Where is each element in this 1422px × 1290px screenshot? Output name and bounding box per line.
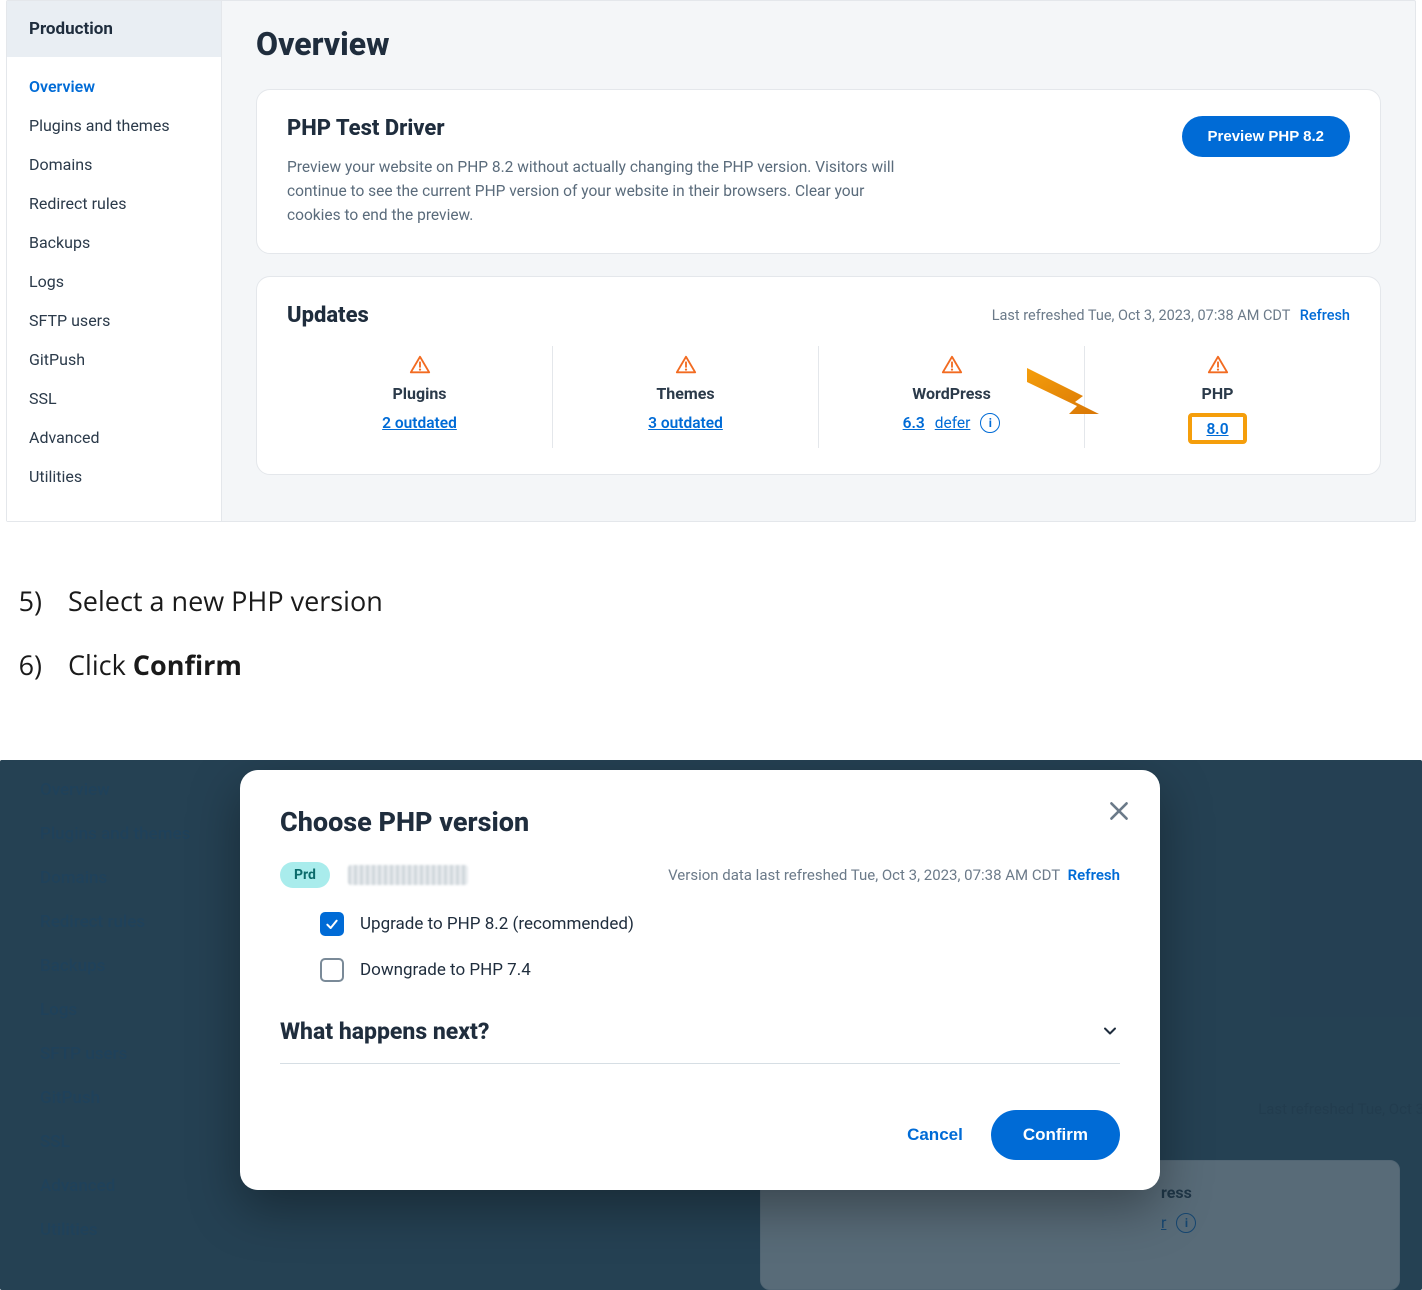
themes-outdated-link[interactable]: 3 outdated	[648, 414, 723, 432]
warning-icon	[675, 354, 697, 376]
col-title-wordpress: WordPress	[825, 384, 1078, 403]
modal-refreshed-text: Version data last refreshed Tue, Oct 3, …	[668, 866, 1060, 884]
chevron-down-icon	[1100, 1021, 1120, 1041]
sidebar-item-backups[interactable]: Backups	[7, 223, 221, 262]
updates-card: Updates Last refreshed Tue, Oct 3, 2023,…	[256, 276, 1381, 475]
sidebar-item-ssl[interactable]: SSL	[7, 379, 221, 418]
checkbox-unchecked-icon[interactable]	[320, 958, 344, 982]
step-text: Click	[68, 646, 133, 683]
php-driver-desc: Preview your website on PHP 8.2 without …	[287, 155, 907, 227]
what-happens-next-expander[interactable]: What happens next?	[280, 1018, 1120, 1064]
updates-refreshed: Last refreshed Tue, Oct 3, 2023, 07:38 A…	[992, 307, 1350, 324]
php-version-link[interactable]: 8.0	[1206, 420, 1228, 438]
php-version-options: Upgrade to PHP 8.2 (recommended) Downgra…	[280, 912, 1120, 982]
php-driver-title: PHP Test Driver	[287, 116, 907, 141]
updates-col-php: PHP 8.0	[1085, 346, 1350, 448]
step-text: Select a new PHP version	[68, 582, 383, 619]
sidebar-item-redirect-rules[interactable]: Redirect rules	[7, 184, 221, 223]
choose-php-modal: Choose PHP version Prd Version data last…	[240, 770, 1160, 1190]
col-title-php: PHP	[1091, 384, 1344, 403]
plugins-outdated-link[interactable]: 2 outdated	[382, 414, 457, 432]
modal-actions: Cancel Confirm	[280, 1110, 1120, 1160]
site-name-redacted	[348, 865, 468, 885]
updates-title: Updates	[287, 303, 369, 328]
option-upgrade-php82[interactable]: Upgrade to PHP 8.2 (recommended)	[320, 912, 1120, 936]
sidebar: Production Overview Plugins and themes D…	[7, 1, 222, 521]
option-downgrade-php74[interactable]: Downgrade to PHP 7.4	[320, 958, 1120, 982]
sidebar-nav: Overview Plugins and themes Domains Redi…	[7, 57, 221, 506]
updates-col-wordpress: WordPress 6.3 defer i	[819, 346, 1085, 448]
environment-header: Production	[7, 1, 221, 57]
main-content: Overview PHP Test Driver Preview your we…	[222, 1, 1415, 521]
updates-col-themes: Themes 3 outdated	[553, 346, 819, 448]
sidebar-item-plugins-themes[interactable]: Plugins and themes	[7, 106, 221, 145]
php-test-driver-card: PHP Test Driver Preview your website on …	[256, 89, 1381, 254]
step-bold: Confirm	[133, 646, 242, 683]
sidebar-item-gitpush[interactable]: GitPush	[7, 340, 221, 379]
screenshot-modal: Overview Plugins and themes Domains Redi…	[0, 760, 1422, 1290]
preview-php-button[interactable]: Preview PHP 8.2	[1182, 116, 1350, 157]
wp-version-link[interactable]: 6.3	[903, 414, 925, 432]
refresh-link[interactable]: Refresh	[1300, 307, 1350, 324]
refreshed-text: Last refreshed Tue, Oct 3, 2023, 07:38 A…	[992, 307, 1290, 324]
step-6: 6) Click Confirm	[8, 646, 1414, 684]
sidebar-item-sftp-users[interactable]: SFTP users	[7, 301, 221, 340]
step-number: 6)	[8, 646, 42, 684]
sidebar-item-logs[interactable]: Logs	[7, 262, 221, 301]
sidebar-item-advanced[interactable]: Advanced	[7, 418, 221, 457]
warning-icon	[941, 354, 963, 376]
option-label: Downgrade to PHP 7.4	[360, 960, 531, 980]
col-title-plugins: Plugins	[293, 384, 546, 403]
checkbox-checked-icon[interactable]	[320, 912, 344, 936]
sidebar-item-overview[interactable]: Overview	[7, 67, 221, 106]
warning-icon	[409, 354, 431, 376]
wp-defer-link[interactable]: defer	[935, 414, 971, 432]
sidebar-item-domains[interactable]: Domains	[7, 145, 221, 184]
info-icon[interactable]: i	[980, 413, 1000, 433]
updates-col-plugins: Plugins 2 outdated	[287, 346, 553, 448]
warning-icon	[1207, 354, 1229, 376]
sidebar-item-utilities[interactable]: Utilities	[7, 457, 221, 496]
annotation-highlight-box: 8.0	[1188, 413, 1246, 444]
modal-env-row: Prd Version data last refreshed Tue, Oct…	[280, 862, 1120, 888]
confirm-button[interactable]: Confirm	[991, 1110, 1120, 1160]
col-title-themes: Themes	[559, 384, 812, 403]
modal-refresh-link[interactable]: Refresh	[1068, 866, 1120, 884]
prd-badge: Prd	[280, 862, 330, 888]
step-5: 5) Select a new PHP version	[8, 582, 1414, 620]
modal-title: Choose PHP version	[280, 806, 1120, 838]
page-title: Overview	[256, 25, 1381, 63]
close-icon[interactable]	[1106, 798, 1132, 824]
option-label: Upgrade to PHP 8.2 (recommended)	[360, 914, 634, 934]
cancel-button[interactable]: Cancel	[907, 1125, 963, 1145]
screenshot-overview: Production Overview Plugins and themes D…	[0, 0, 1422, 522]
expander-title: What happens next?	[280, 1018, 490, 1045]
step-number: 5)	[8, 582, 42, 620]
instruction-steps: 5) Select a new PHP version 6) Click Con…	[0, 522, 1422, 750]
